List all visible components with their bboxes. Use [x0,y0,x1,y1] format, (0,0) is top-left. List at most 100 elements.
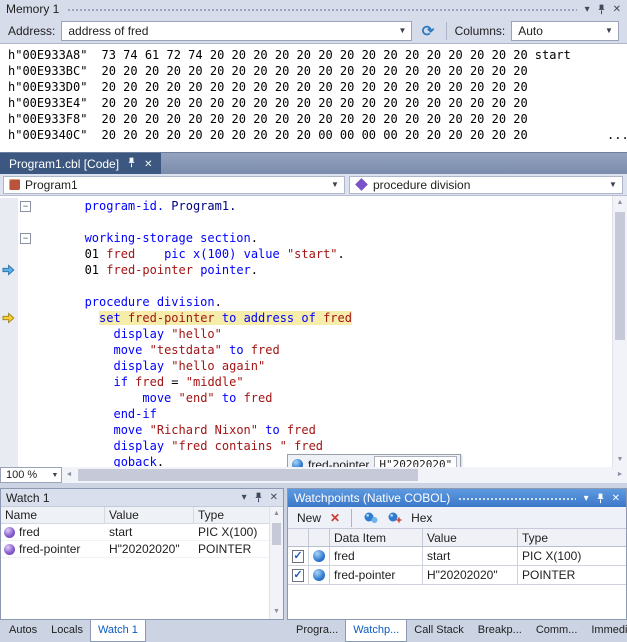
column-header-value[interactable]: Value [105,507,194,523]
column-header-name[interactable]: Name [1,507,105,523]
scroll-up-icon[interactable]: ▲ [270,507,283,521]
memory-rows[interactable]: h"00E933A8"73 74 61 72 74 20 20 20 20 20… [0,44,627,152]
watchpoint-icon [313,569,325,581]
enable-all-watchpoints-icon[interactable] [363,511,378,524]
code-line[interactable] [0,214,612,230]
tab-autos[interactable]: Autos [2,620,44,642]
code-line[interactable]: 01 fred-pointer pointer. [0,262,612,278]
code-editor[interactable]: − program-id. Program1. − working-storage… [0,196,627,467]
code-line[interactable] [0,278,612,294]
chevron-down-icon[interactable]: ▼ [602,26,616,35]
tab-watch-1[interactable]: Watch 1 [90,620,146,642]
column-header-type[interactable]: Type [518,529,626,546]
close-icon[interactable]: ✕ [144,159,152,170]
address-combo[interactable]: address of fred ▼ [61,21,412,41]
columns-combo[interactable]: Auto ▼ [511,21,619,41]
pin-icon[interactable] [596,493,605,504]
code-text: 01 fred-pointer pointer. [34,262,258,278]
scroll-down-icon[interactable]: ▼ [270,605,283,619]
pin-icon[interactable] [254,492,263,503]
scroll-down-icon[interactable]: ▼ [613,453,627,467]
fold-collapse-toggle[interactable]: − [20,201,31,212]
navbar-section-dropdown[interactable]: procedure division ▼ [349,176,623,194]
watchpoint-enabled-checkbox[interactable]: ✓ [292,550,304,563]
tab-breakp[interactable]: Breakp... [471,620,529,642]
tab-comm[interactable]: Comm... [529,620,585,642]
scroll-up-icon[interactable]: ▲ [613,196,627,210]
code-line[interactable]: 01 fred pic x(100) value "start". [0,246,612,262]
code-line[interactable]: move "Richard Nixon" to fred [0,422,612,438]
memory-address: h"00E933A8" [8,48,87,62]
chevron-down-icon[interactable]: ▼ [606,180,620,189]
code-line[interactable]: procedure division. [0,294,612,310]
program-icon [9,179,20,190]
watch-row[interactable]: fred-pointerH"20202020"POINTER [1,541,269,558]
watch-type: PIC X(100) [194,525,269,539]
watch-scrollbar[interactable]: ▲ ▼ [269,507,283,619]
watch-row[interactable]: fredstartPIC X(100) [1,524,269,541]
editor-indicator-margin [0,214,18,230]
close-icon[interactable]: ✕ [270,492,278,503]
navbar-program-dropdown[interactable]: Program1 ▼ [3,176,345,194]
drag-grip[interactable] [67,7,576,12]
code-line[interactable]: display "fred contains " fred [0,438,612,454]
code-line[interactable]: move "end" to fred [0,390,612,406]
tab-call-stack[interactable]: Call Stack [407,620,471,642]
watchpoints-toolbar: New ✕ Hex [288,507,626,529]
column-header-data-item[interactable]: Data Item [330,529,423,546]
close-icon[interactable]: ✕ [612,493,620,504]
watchpoint-row[interactable]: ✓fredstartPIC X(100) [288,547,626,566]
scrollbar-thumb[interactable] [615,212,625,340]
chevron-down-icon[interactable]: ▾ [584,493,589,504]
memory-title-bar[interactable]: Memory 1 ▾ ✕ [0,0,627,18]
pin-icon[interactable] [597,4,606,15]
chevron-down-icon[interactable]: ▾ [585,4,590,15]
code-line[interactable]: move "testdata" to fred [0,342,612,358]
code-line[interactable]: − program-id. Program1. [0,198,612,214]
code-line[interactable]: display "hello again" [0,358,612,374]
editor-horizontal-scrollbar[interactable]: ◄ ► [62,467,627,483]
column-header-icon [309,529,330,546]
watchpoint-enabled-checkbox[interactable]: ✓ [292,569,304,582]
scrollbar-thumb[interactable] [78,469,418,481]
refresh-icon[interactable]: ⟳ [418,21,437,41]
hex-toggle-button[interactable]: Hex [411,511,432,525]
code-line[interactable]: − working-storage section. [0,230,612,246]
scrollbar-thumb[interactable] [272,523,281,545]
zoom-level: 100 % [6,469,37,481]
column-header-value[interactable]: Value [423,529,518,546]
new-watchpoint-button[interactable]: New [297,511,321,525]
chevron-down-icon[interactable]: ▼ [328,180,342,189]
pin-icon[interactable] [127,157,136,171]
watchpoints-title-bar[interactable]: Watchpoints (Native COBOL) ▾ ✕ [288,489,626,507]
code-line[interactable]: end-if [0,406,612,422]
zoom-dropdown[interactable]: 100 % ▼ [0,467,62,483]
tab-immedi[interactable]: Immedi... [584,620,627,642]
scroll-right-icon[interactable]: ► [613,467,627,483]
editor-navigation-bar: Program1 ▼ procedure division ▼ [0,174,627,196]
chevron-down-icon[interactable]: ▼ [49,472,61,479]
delete-watchpoint-icon[interactable]: ✕ [330,511,340,525]
tab-program1-cbl[interactable]: Program1.cbl [Code] ✕ [0,153,161,175]
tab-locals[interactable]: Locals [44,620,90,642]
chevron-down-icon[interactable]: ▼ [395,26,409,35]
disable-all-watchpoints-icon[interactable] [387,511,402,524]
tab-watchp[interactable]: Watchp... [345,620,407,642]
memory-row: h"00E933E4"20 20 20 20 20 20 20 20 20 20… [8,95,627,111]
chevron-down-icon[interactable]: ▾ [242,492,247,503]
current-statement-highlight: set fred-pointer to address of fred [99,311,352,325]
code-line[interactable]: if fred = "middle" [0,374,612,390]
code-line[interactable]: set fred-pointer to address of fred [0,310,612,326]
scroll-left-icon[interactable]: ◄ [62,467,76,483]
code-line[interactable]: display "hello" [0,326,612,342]
watchpoint-row[interactable]: ✓fred-pointerH"20202020"POINTER [288,566,626,585]
watch-title-bar[interactable]: Watch 1 ▾ ✕ [1,489,283,507]
column-header-type[interactable]: Type [194,507,269,523]
tab-progra[interactable]: Progra... [289,620,345,642]
fold-collapse-toggle[interactable]: − [20,233,31,244]
editor-scrollbar[interactable]: ▲ ▼ [612,196,627,467]
memory-row: h"00E933A8"73 74 61 72 74 20 20 20 20 20… [8,47,627,63]
close-icon[interactable]: ✕ [613,4,621,15]
code-text: move "Richard Nixon" to fred [34,422,316,438]
drag-grip[interactable] [458,496,575,501]
